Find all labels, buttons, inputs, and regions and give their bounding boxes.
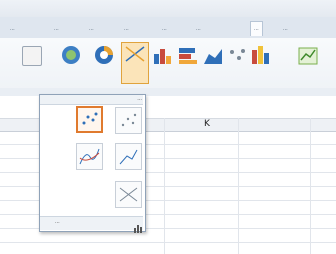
area-chart-button[interactable] — [203, 46, 223, 70]
stacked-chart-button[interactable] — [177, 44, 199, 70]
tab-1[interactable]: ... — [10, 22, 15, 36]
globe-icon — [62, 46, 80, 64]
tab-4[interactable]: ... — [124, 22, 129, 36]
ribbon-button-2[interactable] — [60, 44, 82, 70]
column-divider — [164, 118, 165, 254]
scatter-dots-icon — [121, 113, 137, 127]
column-chart-icon — [252, 46, 269, 64]
small-chart-icon — [134, 225, 142, 233]
title-bar — [0, 0, 336, 17]
scatter-chart-icon — [125, 46, 145, 62]
row-divider — [0, 242, 336, 243]
stacked-bar-icon — [179, 48, 197, 64]
area-chart-icon — [204, 49, 222, 64]
scatter-smooth-icon — [79, 148, 100, 165]
tab-3[interactable]: ... — [89, 22, 94, 36]
scatter-lines-no-markers-option[interactable] — [115, 181, 142, 208]
column-divider — [310, 118, 311, 254]
all-chart-types-link[interactable]: ... — [55, 218, 60, 227]
column-divider — [238, 118, 239, 254]
dots-chart-icon — [230, 49, 245, 60]
tab-5[interactable]: ... — [162, 22, 167, 36]
scatter-smooth-lines-option[interactable] — [76, 143, 103, 170]
other-chart-button[interactable] — [227, 46, 247, 70]
column-letter-k[interactable]: K — [204, 119, 210, 129]
chart-types-icon — [133, 218, 142, 237]
scatter-chart-button[interactable] — [121, 42, 149, 84]
pie-chart-icon — [95, 46, 113, 64]
scatter-dots-option[interactable] — [115, 107, 142, 134]
ribbon-tab-bar: ... ... ... ... ... ... ... ... — [0, 17, 336, 39]
tab-6[interactable]: ... — [196, 22, 201, 36]
column-chart-button[interactable] — [250, 44, 272, 70]
scatter-cross-icon — [119, 187, 138, 202]
dropdown-header — [40, 95, 143, 105]
tab-8[interactable]: ... — [283, 22, 288, 36]
sparkline-icon — [298, 47, 318, 65]
scatter-lines-icon — [119, 149, 138, 165]
tab-insert[interactable]: ... — [250, 21, 263, 36]
ribbon-button-1[interactable] — [22, 46, 42, 66]
scatter-markers-icon — [82, 112, 98, 125]
tab-2[interactable]: ... — [54, 22, 59, 36]
scatter-straight-lines-option[interactable] — [115, 143, 142, 170]
scatter-markers-option[interactable] — [76, 106, 103, 133]
bar-chart-icon — [154, 49, 171, 64]
pie-chart-button[interactable] — [93, 44, 115, 70]
bar-chart-button[interactable] — [152, 44, 174, 70]
dropdown-header-label: ... — [137, 96, 142, 102]
document-icon — [22, 46, 42, 66]
sparkline-button[interactable] — [297, 44, 319, 70]
